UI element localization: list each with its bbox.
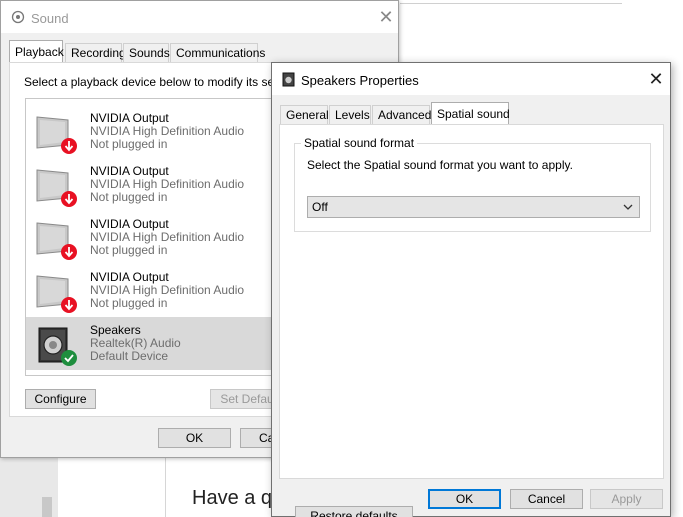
sound-titlebar: Sound ✕: [1, 1, 398, 33]
properties-ok-button[interactable]: OK: [428, 489, 501, 509]
sound-app-icon: [11, 10, 25, 24]
speakers-properties-window: Speakers Properties ✕ General Levels Adv…: [271, 62, 671, 517]
device-status: Not plugged in: [90, 190, 168, 204]
monitor-icon: [34, 98, 78, 105]
apply-button[interactable]: Apply: [590, 489, 663, 509]
device-driver: NVIDIA High Definition Audio: [90, 283, 245, 297]
restore-defaults-button[interactable]: Restore defaults: [295, 506, 413, 517]
chevron-down-icon: [623, 204, 633, 210]
speaker-app-icon: [282, 72, 295, 87]
device-status: Not plugged in: [90, 243, 168, 257]
device-status: Default Device: [90, 349, 169, 363]
monitor-icon: [36, 222, 77, 260]
sound-close-icon[interactable]: ✕: [376, 7, 396, 27]
properties-cancel-button[interactable]: Cancel: [510, 489, 583, 509]
tab-advanced[interactable]: Advanced: [372, 105, 431, 125]
device-name: Speakers: [90, 323, 141, 337]
sound-window-title: Sound: [31, 11, 69, 26]
spatial-sound-format-group: Spatial sound format Select the Spatial …: [294, 136, 651, 232]
speaker-icon: [38, 327, 77, 366]
playback-instruction: Select a playback device below to modify…: [24, 75, 284, 89]
configure-button[interactable]: Configure: [25, 389, 96, 409]
device-name: NVIDIA Output: [90, 217, 169, 231]
device-driver: NVIDIA High Definition Audio: [90, 230, 245, 244]
device-driver: Realtek(R) Audio: [90, 336, 181, 350]
background-scrollbar[interactable]: [42, 497, 52, 517]
properties-window-title: Speakers Properties: [301, 73, 419, 88]
tab-recording[interactable]: Recording: [65, 43, 126, 63]
properties-close-icon[interactable]: ✕: [646, 69, 666, 89]
tab-communications[interactable]: Communications: [170, 43, 265, 63]
tab-playback[interactable]: Playback: [9, 40, 64, 63]
group-title: Spatial sound format: [301, 136, 418, 150]
background-page-text: Have a qu: [192, 487, 284, 509]
device-driver: NVIDIA High Definition Audio: [90, 124, 245, 138]
device-name: NVIDIA Output: [90, 111, 169, 125]
device-status: Not plugged in: [90, 137, 168, 151]
spatial-sound-panel: Spatial sound format Select the Spatial …: [279, 124, 664, 517]
properties-titlebar: Speakers Properties ✕: [272, 63, 670, 95]
device-status: Not plugged in: [90, 296, 168, 310]
monitor-icon: [36, 116, 77, 154]
tab-general[interactable]: General: [280, 105, 329, 125]
background-separator: [165, 458, 166, 517]
monitor-icon: [36, 169, 77, 207]
device-name: NVIDIA Output: [90, 164, 169, 178]
monitor-icon: [36, 275, 77, 313]
group-description: Select the Spatial sound format you want…: [307, 158, 573, 172]
background-divider: [400, 3, 622, 4]
tab-levels[interactable]: Levels: [329, 105, 371, 125]
tab-spatial-sound[interactable]: Spatial sound: [431, 102, 510, 125]
spatial-format-dropdown[interactable]: Off: [307, 196, 640, 218]
sound-ok-button[interactable]: OK: [158, 428, 231, 448]
device-driver: NVIDIA High Definition Audio: [90, 177, 245, 191]
device-name: NVIDIA Output: [90, 270, 169, 284]
tab-sounds[interactable]: Sounds: [123, 43, 170, 63]
dropdown-value: Off: [312, 200, 328, 214]
